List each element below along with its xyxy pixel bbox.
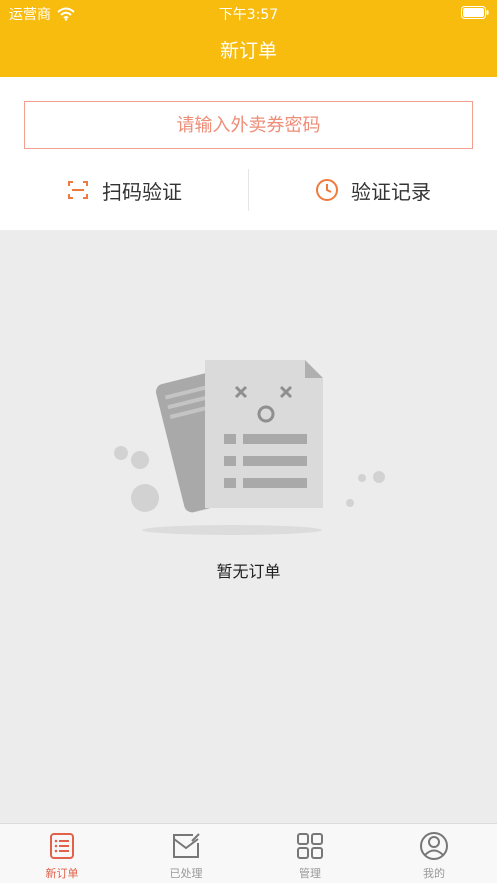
profile-icon [420, 832, 448, 860]
verify-actions: 扫码验证 验证记录 [0, 169, 497, 211]
empty-orders-illustration [114, 360, 385, 535]
tab-manage-label: 管理 [299, 867, 321, 880]
voucher-code-input[interactable] [24, 101, 473, 149]
processed-mail-icon [173, 833, 200, 858]
tab-processed-label: 已处理 [169, 867, 203, 880]
scan-verify-label: 扫码验证 [102, 179, 182, 204]
tab-new-orders[interactable]: 新订单 [0, 824, 124, 883]
order-list-icon [50, 833, 74, 859]
scan-icon [68, 181, 88, 199]
tab-manage[interactable]: 管理 [248, 824, 372, 883]
verify-history-label: 验证记录 [351, 179, 431, 204]
empty-state-message: 暂无订单 [216, 562, 281, 581]
scan-verify-button[interactable]: 扫码验证 [0, 169, 248, 211]
clock: 下午3:57 [218, 7, 279, 23]
battery-icon [461, 6, 489, 19]
status-bar: 运营商 下午3:57 [0, 0, 497, 26]
voucher-panel: 扫码验证 验证记录 [0, 77, 497, 230]
tab-new-orders-label: 新订单 [45, 867, 79, 880]
tab-mine[interactable]: 我的 [372, 824, 496, 883]
tab-bar: 新订单 已处理 管理 我的 [0, 823, 497, 883]
grid-manage-icon [297, 833, 323, 859]
app-header: 运营商 下午3:57 新订单 [0, 0, 497, 77]
tab-processed[interactable]: 已处理 [124, 824, 248, 883]
tab-mine-label: 我的 [423, 867, 445, 880]
page-title: 新订单 [219, 40, 277, 62]
verify-history-button[interactable]: 验证记录 [249, 169, 497, 211]
clock-icon [316, 179, 338, 201]
